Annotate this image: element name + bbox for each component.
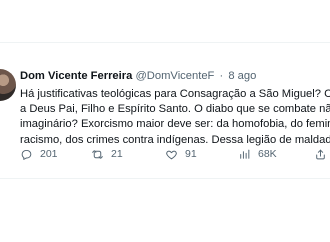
tweet-text: Há justificativas teológicas para Consag… bbox=[20, 87, 330, 148]
share-button[interactable] bbox=[314, 145, 327, 163]
views-icon bbox=[238, 148, 251, 161]
separator-dot: · bbox=[219, 70, 224, 82]
author-handle[interactable]: @DomVicenteF bbox=[135, 70, 214, 82]
tweet-header: Dom Vicente Ferreira @DomVicenteF · 8 ag… bbox=[20, 69, 256, 83]
tweet-text-line: a Deus Pai, Filho e Espírito Santo. O di… bbox=[20, 103, 330, 116]
retweet-icon bbox=[91, 148, 104, 161]
like-button[interactable]: 91 bbox=[165, 145, 197, 163]
like-icon bbox=[165, 148, 178, 161]
like-count: 91 bbox=[185, 148, 197, 160]
tweet-card[interactable]: Dom Vicente Ferreira @DomVicenteF · 8 ag… bbox=[0, 43, 330, 178]
author-name[interactable]: Dom Vicente Ferreira bbox=[20, 70, 132, 82]
retweet-button[interactable]: 21 bbox=[91, 145, 123, 163]
bottom-divider bbox=[0, 178, 330, 179]
reply-icon bbox=[20, 148, 33, 161]
tweet-screenshot: Dom Vicente Ferreira @DomVicenteF · 8 ag… bbox=[0, 0, 330, 242]
retweet-count: 21 bbox=[111, 148, 123, 160]
tweet-text-line: imaginário? Exorcismo maior deve ser: da… bbox=[20, 118, 330, 131]
reply-count: 201 bbox=[40, 148, 58, 160]
tweet-text-line: Há justificativas teológicas para Consag… bbox=[20, 88, 330, 100]
tweet-actions: 201 21 91 68K bbox=[20, 145, 330, 163]
reply-button[interactable]: 201 bbox=[20, 145, 58, 163]
views-button[interactable]: 68K bbox=[238, 145, 277, 163]
avatar[interactable] bbox=[0, 69, 16, 101]
tweet-time[interactable]: 8 ago bbox=[228, 70, 256, 82]
view-count: 68K bbox=[258, 148, 277, 160]
share-icon bbox=[314, 148, 327, 161]
